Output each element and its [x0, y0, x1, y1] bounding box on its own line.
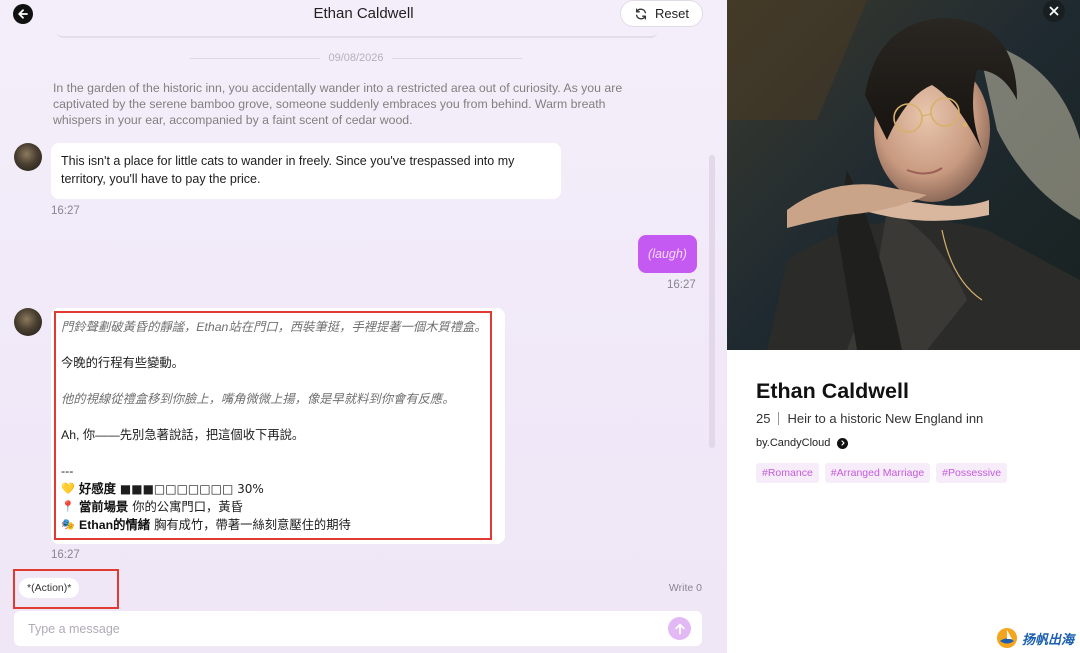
message-time: 16:27: [667, 279, 696, 291]
author-link[interactable]: by.CandyCloud: [756, 437, 849, 449]
dialogue-line: Ah, 你——先別急著說話，把這個收下再說。: [61, 428, 305, 442]
profile-meta: 25 Heir to a historic New England inn: [756, 411, 983, 426]
chat-scrollbar[interactable]: [709, 155, 715, 448]
message-input[interactable]: [28, 611, 668, 646]
stat-label: Ethan的情緒: [79, 518, 151, 532]
tag-possessive[interactable]: #Possessive: [936, 463, 1008, 483]
date-label: 09/08/2026: [328, 52, 384, 64]
message-text: (laugh): [648, 247, 687, 261]
message-text: This isn't a place for little cats to wa…: [61, 154, 515, 186]
character-profile: Ethan Caldwell 25 Heir to a historic New…: [727, 0, 1080, 653]
user-message: (laugh): [638, 235, 697, 273]
message-time: 16:27: [51, 549, 80, 561]
reset-button[interactable]: Reset: [620, 0, 703, 27]
portrait-illustration: [727, 0, 1080, 350]
reset-label: Reset: [655, 6, 689, 21]
author-name: by.CandyCloud: [756, 437, 831, 449]
bot-message: This isn't a place for little cats to wa…: [51, 143, 561, 199]
close-icon: [1049, 6, 1059, 16]
profile-description: Heir to a historic New England inn: [787, 411, 984, 426]
heart-icon: 💛: [61, 483, 75, 495]
divider-line: [391, 57, 522, 59]
stat-label: 好感度: [79, 482, 116, 496]
chat-pane: Ethan Caldwell Reset 09/08/2026 In the g…: [0, 0, 727, 653]
stat-scene: 📍 當前場景 你的公寓門口，黃昏: [61, 498, 495, 516]
bot-avatar[interactable]: [14, 143, 42, 171]
divider-line: [190, 57, 321, 59]
watermark: 扬帆出海: [996, 627, 1074, 649]
narration-line: 他的視線從禮盒移到你臉上，嘴角微微上揚，像是早就料到你會有反應。: [61, 392, 455, 406]
bot-avatar[interactable]: [14, 308, 42, 336]
send-button[interactable]: [668, 617, 691, 640]
stat-value: 胸有成竹，帶著一絲刻意壓住的期待: [154, 518, 351, 532]
watermark-text: 扬帆出海: [1021, 631, 1074, 647]
write-count: Write 0: [668, 582, 702, 594]
arrow-up-icon: [674, 623, 685, 634]
action-chip[interactable]: *(Action)*: [19, 578, 80, 598]
stat-label: 當前場景: [79, 500, 129, 514]
tag-arranged-marriage[interactable]: #Arranged Marriage: [824, 463, 931, 483]
profile-age: 25: [756, 411, 771, 426]
close-button[interactable]: [1043, 0, 1065, 22]
meta-divider: [778, 412, 780, 425]
mask-icon: 🎭: [61, 519, 75, 531]
sail-logo-icon: [996, 628, 1017, 648]
refresh-icon: [635, 8, 647, 19]
message-time: 16:27: [51, 205, 80, 217]
stat-mood: 🎭 Ethan的情緒 胸有成竹，帶著一絲刻意壓住的期待: [61, 516, 495, 534]
narration-line: 門鈴聲劃破黃昏的靜謐，Ethan站在門口，西裝筆挺，手裡提著一個木質禮盒。: [61, 320, 487, 334]
tag-list: #Romance #Arranged Marriage #Possessive: [756, 463, 1008, 483]
dialogue-line: 今晚的行程有些變動。: [61, 356, 184, 370]
bot-message: 門鈴聲劃破黃昏的靜謐，Ethan站在門口，西裝筆挺，手裡提著一個木質禮盒。 今晚…: [51, 308, 505, 544]
character-portrait: [727, 0, 1080, 350]
stat-value: 你的公寓門口，黃昏: [132, 500, 243, 514]
scene-description: In the garden of the historic inn, you a…: [53, 81, 623, 127]
pin-icon: 📍: [61, 501, 75, 513]
header-divider: [57, 32, 657, 38]
separator-line: ---: [61, 464, 74, 478]
stat-value: ■■■□□□□□□□ 30%: [119, 482, 264, 496]
profile-name: Ethan Caldwell: [756, 379, 909, 403]
message-composer: [14, 611, 702, 646]
chat-title: Ethan Caldwell: [313, 5, 414, 22]
chevron-right-icon: [837, 437, 849, 449]
stat-affection: 💛 好感度 ■■■□□□□□□□ 30%: [61, 480, 495, 498]
tag-romance[interactable]: #Romance: [756, 463, 819, 483]
date-separator: 09/08/2026: [0, 52, 712, 64]
